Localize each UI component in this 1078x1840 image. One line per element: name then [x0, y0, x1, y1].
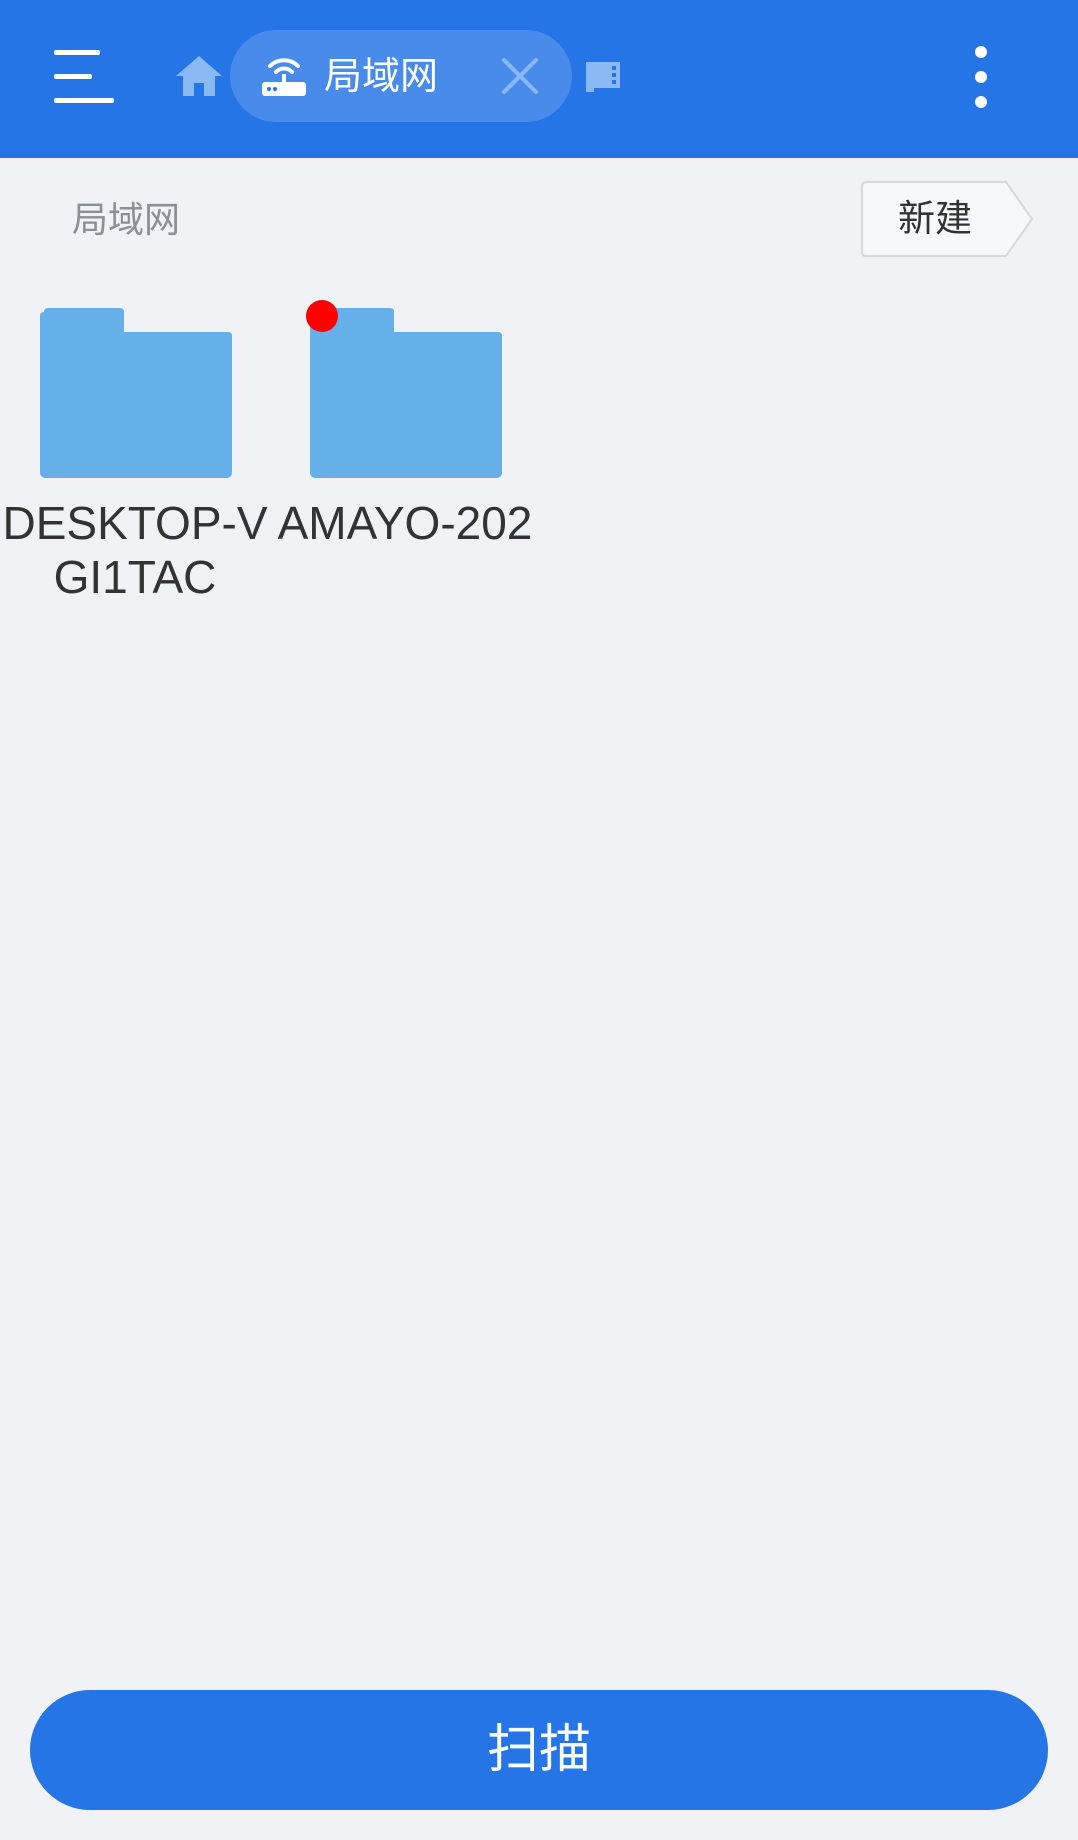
current-path-label: 局域网	[72, 200, 181, 241]
scan-button[interactable]: 扫描	[30, 1690, 1048, 1810]
folder-item[interactable]: DESKTOP-VGI1TAC	[0, 300, 270, 610]
storage-button[interactable]	[582, 56, 624, 96]
router-icon	[262, 58, 306, 96]
close-tab-button[interactable]	[496, 52, 544, 100]
tab-label: 局域网	[324, 54, 439, 98]
folder-item[interactable]: AMAYO-202	[270, 300, 540, 610]
menu-button[interactable]	[40, 36, 128, 118]
folder-name: DESKTOP-VGI1TAC	[2, 497, 268, 603]
storage-icon	[586, 62, 620, 92]
new-badge-dot	[306, 300, 338, 332]
top-app-bar: 局域网	[0, 0, 1078, 158]
folder-name: AMAYO-202	[277, 497, 533, 549]
new-button-label: 新建	[898, 197, 972, 240]
home-button[interactable]	[172, 52, 226, 100]
close-icon	[502, 58, 538, 94]
folder-icon	[40, 308, 232, 478]
home-icon	[176, 56, 222, 96]
new-button[interactable]: 新建	[860, 180, 1036, 258]
folder-icon	[310, 308, 502, 478]
more-options-button[interactable]	[960, 36, 1002, 118]
tab-lan[interactable]: 局域网	[230, 30, 572, 122]
